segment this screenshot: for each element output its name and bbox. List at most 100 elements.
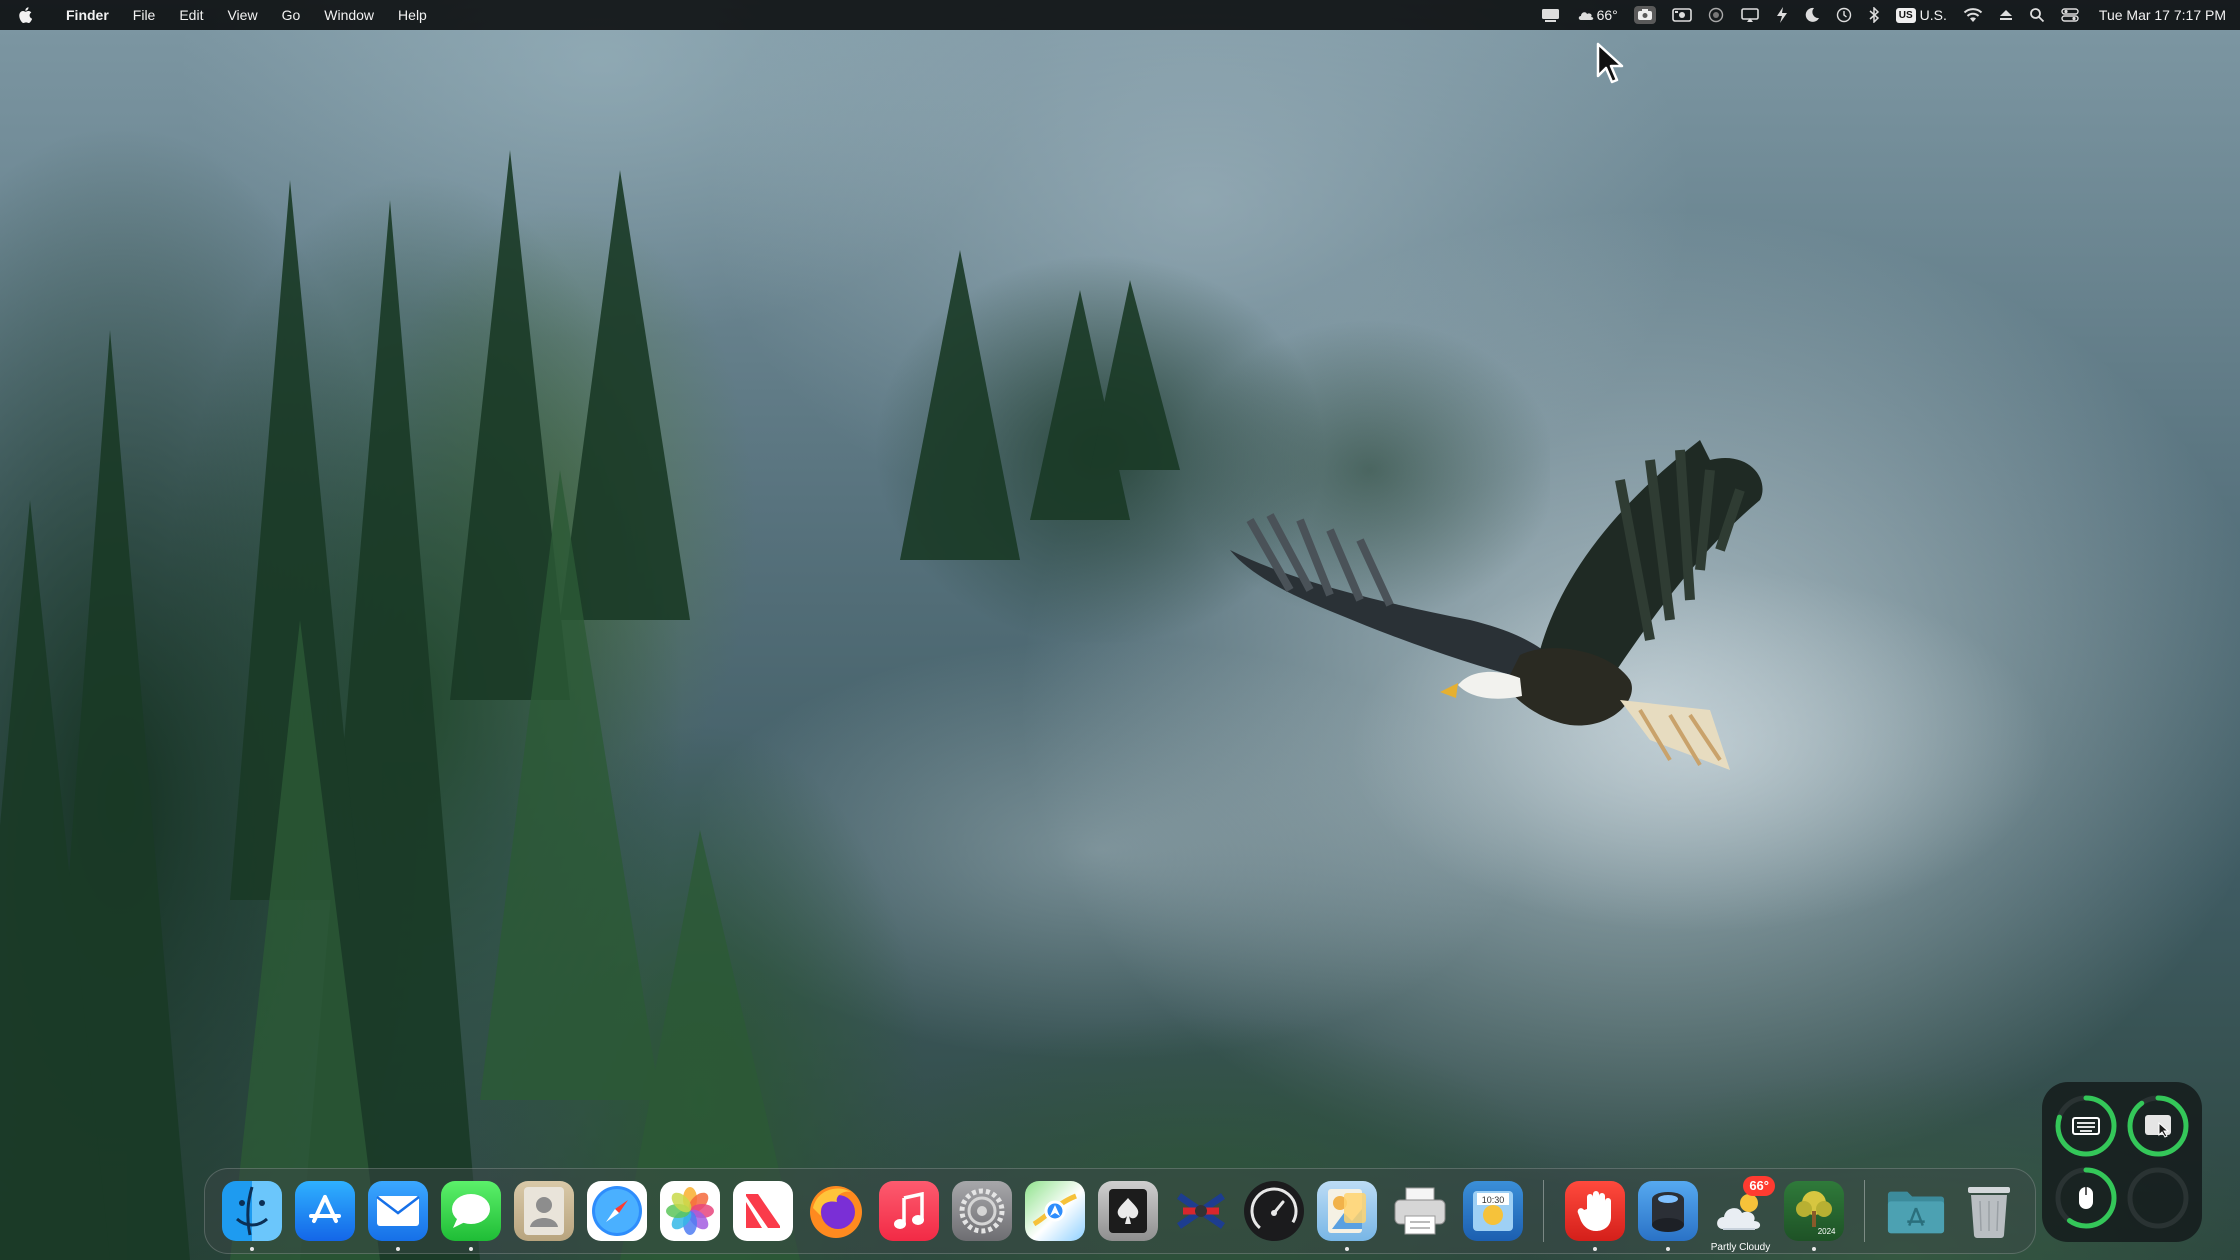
music-icon	[878, 1181, 939, 1241]
dock-printer[interactable]	[1383, 1168, 1456, 1254]
weather-badge: 66°	[1743, 1176, 1775, 1196]
mouse-cursor-icon	[1596, 42, 1624, 84]
menu-go[interactable]: Go	[270, 0, 313, 30]
dock-safari[interactable]	[580, 1168, 653, 1254]
battery-empty-slot	[2122, 1162, 2194, 1234]
trackpad-icon	[2145, 1115, 2171, 1138]
dock-weather[interactable]: 66° Partly Cloudy	[1704, 1168, 1777, 1254]
tree-year: 2024	[1817, 1227, 1836, 1236]
dock-app-store[interactable]	[288, 1168, 361, 1254]
firefox-icon	[806, 1181, 866, 1241]
apple-menu-icon[interactable]	[18, 6, 34, 24]
menu-edit[interactable]: Edit	[167, 0, 215, 30]
speedometer-icon	[1243, 1181, 1304, 1241]
dock-messages[interactable]	[434, 1168, 507, 1254]
solitaire-icon	[1097, 1181, 1158, 1241]
mouse-icon	[2079, 1187, 2093, 1209]
cloud-icon	[1578, 12, 1593, 20]
empty-slot-icon	[2127, 1167, 2189, 1229]
drive-icon	[1637, 1181, 1698, 1241]
spotlight-search-icon[interactable]	[2029, 0, 2045, 30]
camera-icon[interactable]	[1671, 0, 1692, 30]
dock-stop[interactable]	[1558, 1168, 1631, 1254]
dock-mail[interactable]	[361, 1168, 434, 1254]
desktop-wallpaper	[0, 0, 2240, 1260]
dock-music[interactable]	[872, 1168, 945, 1254]
dock-drive-utility[interactable]	[1631, 1168, 1704, 1254]
running-indicator	[1811, 1247, 1816, 1251]
dock-applications-folder[interactable]	[1879, 1168, 1952, 1254]
weather-label: Partly Cloudy	[1710, 1242, 1771, 1253]
menu-clock[interactable]: Tue Mar 17 7:17 PM	[2099, 0, 2226, 30]
tree-icon: 2024	[1783, 1181, 1844, 1241]
mail-icon	[367, 1181, 428, 1241]
dock-maps[interactable]	[1018, 1168, 1091, 1254]
menu-bar-left: Finder File Edit View Go Window Help	[0, 0, 439, 30]
record-icon[interactable]	[1708, 0, 1724, 30]
finder-icon	[221, 1181, 282, 1241]
svg-text:10:30: 10:30	[1481, 1195, 1504, 1205]
app-store-icon	[294, 1181, 355, 1241]
dock-solitaire[interactable]	[1091, 1168, 1164, 1254]
trash-icon	[1959, 1181, 2019, 1241]
bluetooth-icon[interactable]	[1868, 0, 1880, 30]
input-source[interactable]: US U.S.	[1895, 0, 1947, 30]
wallpaper-trees	[0, 150, 1180, 1260]
input-source-label: U.S.	[1919, 7, 1947, 23]
running-indicator	[249, 1247, 254, 1251]
bolt-icon[interactable]	[1776, 0, 1788, 30]
battery-mouse	[2050, 1162, 2122, 1234]
running-indicator	[1592, 1247, 1597, 1251]
contacts-icon	[513, 1181, 574, 1241]
chess-icon	[1171, 1181, 1231, 1241]
menu-view[interactable]: View	[215, 0, 269, 30]
eagle-illustration	[1230, 440, 1763, 770]
dock-firefox[interactable]	[799, 1168, 872, 1254]
menu-window[interactable]: Window	[312, 0, 386, 30]
dock-calendar-tree[interactable]: 2024	[1777, 1168, 1850, 1254]
keyboard-icon	[2072, 1117, 2100, 1135]
dock-chess[interactable]	[1164, 1168, 1237, 1254]
screenshot-icon[interactable]	[1633, 0, 1656, 30]
screen-mirroring-icon[interactable]	[1740, 0, 1760, 30]
dock-system-settings[interactable]	[945, 1168, 1018, 1254]
moon-icon[interactable]	[1804, 0, 1820, 30]
stop-hand-icon	[1564, 1181, 1625, 1241]
battery-keyboard	[2050, 1090, 2122, 1162]
dock-contacts[interactable]	[507, 1168, 580, 1254]
running-indicator	[395, 1247, 400, 1251]
eject-icon[interactable]	[1999, 0, 2013, 30]
dock-trash[interactable]	[1952, 1168, 2025, 1254]
dock-news[interactable]	[726, 1168, 799, 1254]
time-machine-icon[interactable]	[1836, 0, 1852, 30]
menu-app-name[interactable]: Finder	[54, 0, 121, 30]
battery-widget[interactable]	[2042, 1082, 2202, 1242]
messages-icon	[440, 1181, 501, 1241]
dock-finder[interactable]	[215, 1168, 288, 1254]
dock-preview[interactable]	[1310, 1168, 1383, 1254]
printer-icon	[1390, 1181, 1450, 1241]
dock-activity-monitor[interactable]	[1237, 1168, 1310, 1254]
dock-separator	[1864, 1180, 1865, 1242]
image-capture-icon: 10:30	[1462, 1181, 1523, 1241]
menu-file[interactable]: File	[121, 0, 168, 30]
photos-icon	[659, 1181, 720, 1241]
menu-bar: Finder File Edit View Go Window Help 66°	[0, 0, 2240, 30]
preview-icon	[1316, 1181, 1377, 1241]
dock: 10:30 66° Partly Cloudy 2024	[204, 1168, 2036, 1254]
running-indicator	[1344, 1247, 1349, 1251]
menu-bar-status: 66° US U.S. Tue Mar 17 7:17 PM	[1533, 0, 2240, 30]
news-icon	[732, 1181, 793, 1241]
dock-photos[interactable]	[653, 1168, 726, 1254]
wifi-icon[interactable]	[1963, 0, 1983, 30]
menu-help[interactable]: Help	[386, 0, 439, 30]
dock-image-capture[interactable]: 10:30	[1456, 1168, 1529, 1254]
input-source-badge: US	[1895, 7, 1916, 23]
dock-separator	[1543, 1180, 1544, 1242]
weather-status[interactable]: 66°	[1577, 0, 1618, 30]
running-indicator	[1665, 1247, 1670, 1251]
display-icon[interactable]	[1541, 0, 1561, 30]
maps-icon	[1024, 1181, 1085, 1241]
safari-icon	[586, 1181, 647, 1241]
control-center-icon[interactable]	[2061, 0, 2079, 30]
